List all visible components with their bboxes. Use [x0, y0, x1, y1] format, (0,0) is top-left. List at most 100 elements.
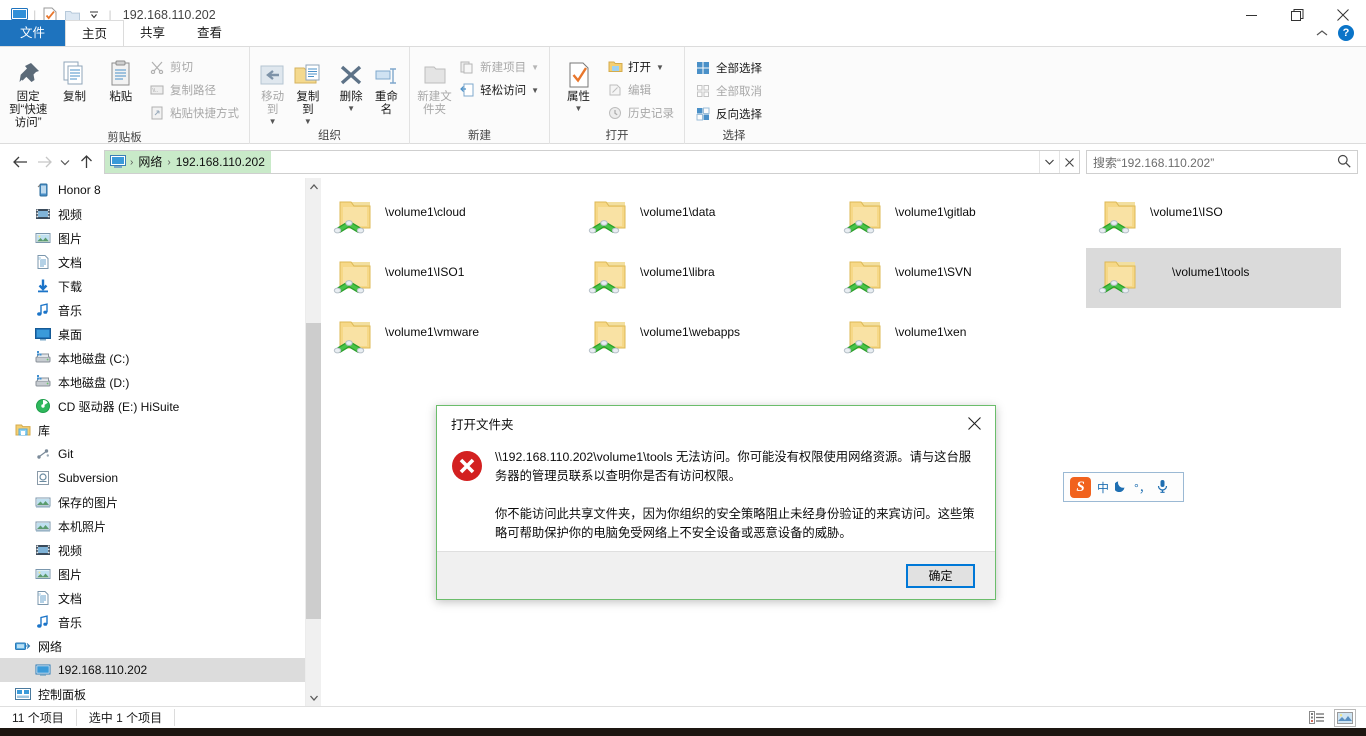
collapse-ribbon-icon[interactable]	[1316, 26, 1328, 40]
nav-item-0[interactable]: Honor 8	[0, 178, 305, 202]
move-to-caret-icon[interactable]: ▼	[269, 118, 277, 126]
nav-item-13[interactable]: 保存的图片	[0, 490, 305, 514]
search-icon[interactable]	[1337, 154, 1351, 171]
tab-share[interactable]: 共享	[124, 20, 181, 46]
nav-item-2[interactable]: 图片	[0, 226, 305, 250]
select-none-button[interactable]: 全部取消	[691, 80, 766, 102]
edit-button[interactable]: 编辑	[603, 79, 678, 101]
nav-item-6[interactable]: 桌面	[0, 322, 305, 346]
file-item[interactable]: \volume1\webapps	[576, 308, 831, 368]
microphone-icon[interactable]	[1157, 479, 1168, 496]
new-item-caret-icon[interactable]: ▼	[531, 63, 539, 72]
file-item[interactable]: \volume1\libra	[576, 248, 831, 308]
paste-shortcut-button[interactable]: 粘贴快捷方式	[145, 102, 243, 124]
file-item[interactable]: \volume1\ISO	[1086, 188, 1341, 248]
tab-home[interactable]: 主页	[65, 20, 125, 46]
downloads-icon	[34, 277, 52, 295]
select-all-button[interactable]: 全部选择	[691, 57, 766, 79]
ribbon-group-new-label: 新建	[468, 130, 491, 142]
nav-item-21[interactable]: 控制面板	[0, 682, 305, 706]
search-input[interactable]: 搜索“192.168.110.202”	[1093, 154, 1337, 171]
breadcrumb-item-network[interactable]: 网络	[134, 151, 166, 173]
move-to-button[interactable]: 移动到 ▼	[256, 51, 289, 126]
sogou-logo-icon[interactable]: S	[1070, 476, 1091, 498]
forward-button[interactable]	[32, 150, 56, 174]
moon-icon[interactable]	[1113, 479, 1128, 495]
easy-access-caret-icon[interactable]: ▼	[531, 86, 539, 95]
navigation-pane-scrollbar[interactable]	[305, 178, 322, 706]
file-item[interactable]: \volume1\ISO1	[321, 248, 576, 308]
search-box[interactable]: 搜索“192.168.110.202”	[1086, 150, 1358, 174]
recent-locations-button[interactable]	[56, 150, 74, 174]
tab-view[interactable]: 查看	[181, 20, 238, 46]
invert-selection-button[interactable]: 反向选择	[691, 103, 766, 125]
nav-item-9[interactable]: CD 驱动器 (E:) HiSuite	[0, 394, 305, 418]
breadcrumb-item-host[interactable]: 192.168.110.202	[172, 151, 269, 173]
delete-caret-icon[interactable]: ▼	[347, 105, 355, 113]
file-item[interactable]: \volume1\tools	[1086, 248, 1341, 308]
nav-item-19[interactable]: 网络	[0, 634, 305, 658]
file-item[interactable]: \volume1\SVN	[831, 248, 1086, 308]
cut-button[interactable]: 剪切	[145, 56, 243, 78]
nav-item-20[interactable]: 192.168.110.202	[0, 658, 305, 682]
stop-refresh-icon[interactable]	[1059, 151, 1079, 173]
nav-item-7[interactable]: 本地磁盘 (C:)	[0, 346, 305, 370]
nav-item-14[interactable]: 本机照片	[0, 514, 305, 538]
open-caret-icon[interactable]: ▼	[656, 63, 664, 72]
paste-icon	[106, 55, 136, 89]
tab-file[interactable]: 文件	[0, 20, 66, 46]
history-button[interactable]: 历史记录	[603, 102, 678, 124]
nav-item-10[interactable]: 库	[0, 418, 305, 442]
file-item[interactable]: \volume1\xen	[831, 308, 1086, 368]
new-folder-button[interactable]: 新建文件夹	[416, 51, 453, 117]
nav-item-3[interactable]: 文档	[0, 250, 305, 274]
properties-caret-icon[interactable]: ▼	[575, 105, 583, 113]
properties-button[interactable]: 属性 ▼	[556, 51, 601, 113]
ok-button[interactable]: 确定	[906, 563, 975, 588]
nav-item-17[interactable]: 文档	[0, 586, 305, 610]
up-button[interactable]	[74, 150, 98, 174]
copy-path-button[interactable]: \\.. 复制路径	[145, 79, 243, 101]
punctuation-icon[interactable]: °，	[1134, 479, 1151, 496]
large-icons-view-button[interactable]	[1334, 708, 1356, 727]
scroll-up-arrow-icon[interactable]	[306, 178, 322, 195]
nav-item-8[interactable]: 本地磁盘 (D:)	[0, 370, 305, 394]
nav-item-15[interactable]: 视频	[0, 538, 305, 562]
back-button[interactable]	[8, 150, 32, 174]
breadcrumb-bar[interactable]: › 网络 › 192.168.110.202	[104, 150, 1080, 174]
scrollbar-thumb[interactable]	[306, 323, 322, 619]
new-item-button[interactable]: 新建项目 ▼	[455, 56, 543, 78]
nav-item-11[interactable]: Git	[0, 442, 305, 466]
nav-item-4[interactable]: 下载	[0, 274, 305, 298]
nav-item-18[interactable]: 音乐	[0, 610, 305, 634]
rename-button[interactable]: 重命名	[370, 51, 403, 117]
open-folder-error-dialog: 打开文件夹 \\192.168.110.202\volume1\tools 无法…	[436, 405, 996, 600]
easy-access-button[interactable]: 轻松访问 ▼	[455, 79, 543, 101]
documents-icon	[34, 589, 52, 607]
dialog-close-button[interactable]	[953, 406, 995, 440]
nav-item-5[interactable]: 音乐	[0, 298, 305, 322]
file-item[interactable]: \volume1\vmware	[321, 308, 576, 368]
chinese-mode-icon[interactable]: 中	[1097, 479, 1109, 496]
help-icon[interactable]: ?	[1338, 25, 1354, 41]
copy-button[interactable]: 复制	[52, 51, 96, 104]
pin-to-quick-access-button[interactable]: 固定到“快速访问”	[6, 51, 50, 130]
copy-to-caret-icon[interactable]: ▼	[304, 118, 312, 126]
ribbon-tabs: 文件 主页 共享 查看	[0, 20, 1366, 46]
nav-item-1[interactable]: 视频	[0, 202, 305, 226]
file-item[interactable]: \volume1\gitlab	[831, 188, 1086, 248]
scroll-down-arrow-icon[interactable]	[306, 689, 322, 706]
sogou-ime-toolbar[interactable]: S 中 °，	[1063, 472, 1184, 502]
address-dropdown-icon[interactable]	[1039, 151, 1059, 173]
delete-button[interactable]: 删除 ▼	[335, 51, 368, 113]
nav-item-label: 下载	[58, 279, 83, 294]
paste-button[interactable]: 粘贴	[99, 51, 143, 104]
file-item[interactable]: \volume1\data	[576, 188, 831, 248]
paste-shortcut-icon	[149, 105, 165, 121]
file-item[interactable]: \volume1\cloud	[321, 188, 576, 248]
nav-item-16[interactable]: 图片	[0, 562, 305, 586]
details-view-button[interactable]	[1306, 709, 1328, 727]
nav-item-12[interactable]: Subversion	[0, 466, 305, 490]
copy-to-button[interactable]: 复制到 ▼	[291, 51, 324, 126]
open-button[interactable]: 打开 ▼	[603, 56, 678, 78]
